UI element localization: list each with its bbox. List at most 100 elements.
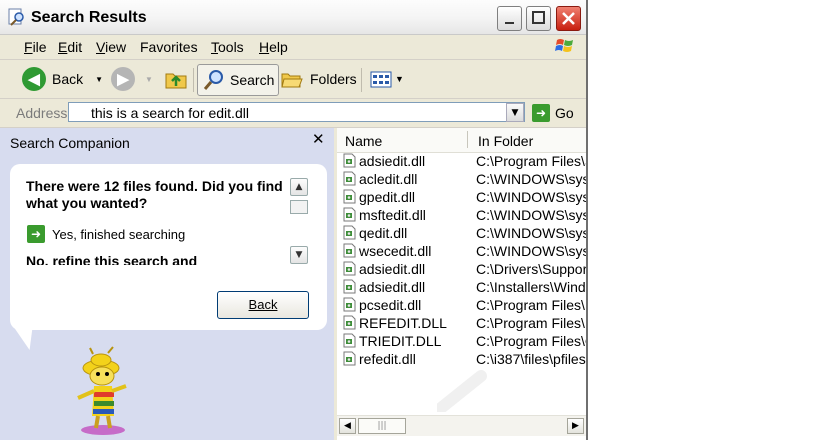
file-folder: C:\WINDOWS\system32: [476, 207, 588, 223]
scroll-down-icon[interactable]: ▼: [290, 246, 308, 264]
search-icon: [203, 70, 223, 90]
table-row[interactable]: adsiedit.dll C:\Installers\Windows: [337, 278, 588, 296]
views-dropdown-icon: ▼: [395, 74, 404, 84]
table-row[interactable]: qedit.dll C:\WINDOWS\system32: [337, 224, 588, 242]
toolbar-separator: [193, 68, 194, 92]
horizontal-scroll-thumb[interactable]: |||: [358, 418, 406, 434]
file-folder: C:\Program Files\Microsoft Office: [476, 315, 588, 331]
file-folder: C:\Program Files\Intel: [476, 297, 588, 313]
scroll-left-icon[interactable]: ◀: [339, 418, 356, 434]
results-question: There were 12 files found. Did you find …: [26, 178, 283, 211]
windows-logo-icon: [555, 39, 573, 52]
search-assistant-character-icon[interactable]: [68, 346, 138, 436]
file-folder: C:\WINDOWS\system32: [476, 243, 588, 259]
go-arrow-icon: ➜: [532, 104, 550, 122]
back-arrow-icon: ◀: [22, 67, 46, 91]
address-input[interactable]: this is a search for edit.dll: [68, 102, 525, 122]
file-name: msftedit.dll: [359, 207, 426, 223]
go-label: Go: [555, 105, 574, 121]
back-dropdown-icon[interactable]: ▼: [95, 75, 103, 84]
search-results-icon: [8, 8, 24, 26]
address-dropdown-icon[interactable]: ▼: [506, 103, 524, 122]
minimize-icon: [505, 22, 514, 24]
column-divider[interactable]: [467, 131, 468, 148]
scroll-up-icon[interactable]: ▲: [290, 178, 308, 196]
file-name: gpedit.dll: [359, 189, 416, 205]
dll-file-icon: [343, 351, 356, 366]
file-name: TRIEDIT.DLL: [359, 333, 442, 349]
close-button[interactable]: [556, 6, 581, 31]
table-row[interactable]: gpedit.dll C:\WINDOWS\system32: [337, 188, 588, 206]
dll-file-icon: [343, 207, 356, 222]
menu-favorites[interactable]: Favorites: [140, 39, 198, 55]
address-bar: Address this is a search for edit.dll ▼ …: [0, 99, 588, 128]
menu-tools[interactable]: Tools: [211, 39, 244, 55]
folders-label: Folders: [310, 71, 357, 87]
explorer-window: Search Results File Edit View Favorites …: [0, 0, 588, 440]
table-row[interactable]: adsiedit.dll C:\Drivers\Support: [337, 260, 588, 278]
scroll-thumb[interactable]: [290, 200, 308, 214]
file-folder: C:\WINDOWS\system32: [476, 189, 588, 205]
folders-toolbar-button[interactable]: Folders: [280, 64, 357, 94]
companion-back-button[interactable]: Back: [217, 291, 309, 319]
result-rows: adsiedit.dll C:\Program Files\Support Too…: [337, 152, 588, 368]
file-name: refedit.dll: [359, 351, 416, 367]
search-companion-header: Search Companion ✕: [0, 128, 334, 156]
finished-searching-option[interactable]: ➜ Yes, finished searching: [27, 225, 185, 243]
table-row[interactable]: REFEDIT.DLL C:\Program Files\Microsoft Of…: [337, 314, 588, 332]
table-row[interactable]: adsiedit.dll C:\Program Files\Support Too…: [337, 152, 588, 170]
file-folder: C:\i387\files\pfiles: [476, 351, 586, 367]
file-folder: C:\Installers\Windows: [476, 279, 588, 295]
column-header-row: Name In Folder: [337, 128, 588, 153]
scroll-right-icon[interactable]: ▶: [567, 418, 584, 434]
dll-file-icon: [343, 261, 356, 276]
file-name: adsiedit.dll: [359, 261, 426, 277]
finished-searching-label: Yes, finished searching: [52, 226, 186, 242]
dll-file-icon: [343, 297, 356, 312]
refine-search-option[interactable]: No, refine this search and: [26, 253, 296, 265]
standard-toolbar: ◀ Back ▼ ▶ ▼ Search Folders ▼: [0, 60, 588, 99]
dll-file-icon: [343, 225, 356, 240]
go-button[interactable]: ➜ Go: [532, 102, 574, 124]
back-toolbar-button[interactable]: ◀ Back ▼: [22, 64, 103, 94]
forward-toolbar-button[interactable]: ▶ ▼: [111, 64, 153, 94]
table-row[interactable]: wsecedit.dll C:\WINDOWS\system32: [337, 242, 588, 260]
maximize-icon: [532, 11, 545, 24]
forward-dropdown-icon[interactable]: ▼: [145, 75, 153, 84]
dll-file-icon: [343, 315, 356, 330]
horizontal-scrollbar[interactable]: ◀ ||| ▶: [337, 415, 588, 436]
bubble-scrollbar[interactable]: ▲ ▼: [288, 178, 310, 264]
views-icon: [370, 71, 392, 88]
views-toolbar-button[interactable]: ▼: [369, 64, 404, 94]
title-bar[interactable]: Search Results: [0, 0, 588, 35]
folders-icon: [281, 73, 303, 88]
menu-edit[interactable]: Edit: [58, 39, 82, 55]
close-pane-icon[interactable]: ✕: [312, 130, 325, 148]
minimize-button[interactable]: [497, 6, 522, 31]
menu-file[interactable]: File: [24, 39, 47, 55]
menu-view[interactable]: View: [96, 39, 126, 55]
maximize-button[interactable]: [526, 6, 551, 31]
column-header-in-folder[interactable]: In Folder: [478, 133, 533, 149]
file-name: pcsedit.dll: [359, 297, 422, 313]
close-icon: [562, 12, 575, 25]
search-label: Search: [230, 72, 275, 88]
file-folder: C:\Program Files\Common Files: [476, 333, 588, 349]
search-toolbar-button[interactable]: Search: [197, 64, 280, 96]
folder-up-icon[interactable]: [164, 68, 188, 90]
forward-arrow-icon: ▶: [111, 67, 135, 91]
search-companion-title: Search Companion: [10, 135, 130, 151]
column-header-name[interactable]: Name: [345, 133, 382, 149]
bubble-tail: [14, 328, 40, 350]
table-row[interactable]: pcsedit.dll C:\Program Files\Intel: [337, 296, 588, 314]
table-row[interactable]: TRIEDIT.DLL C:\Program Files\Common Files: [337, 332, 588, 350]
window-title: Search Results: [31, 9, 147, 26]
dll-file-icon: [343, 171, 356, 186]
menu-help[interactable]: Help: [259, 39, 288, 55]
table-row[interactable]: acledit.dll C:\WINDOWS\system32: [337, 170, 588, 188]
menu-bar: File Edit View Favorites Tools Help: [0, 35, 588, 60]
file-name: adsiedit.dll: [359, 153, 426, 169]
back-label: Back: [52, 71, 84, 87]
results-list: Name In Folder adsiedit.dll C:\Program Fi…: [337, 128, 588, 440]
table-row[interactable]: msftedit.dll C:\WINDOWS\system32: [337, 206, 588, 224]
